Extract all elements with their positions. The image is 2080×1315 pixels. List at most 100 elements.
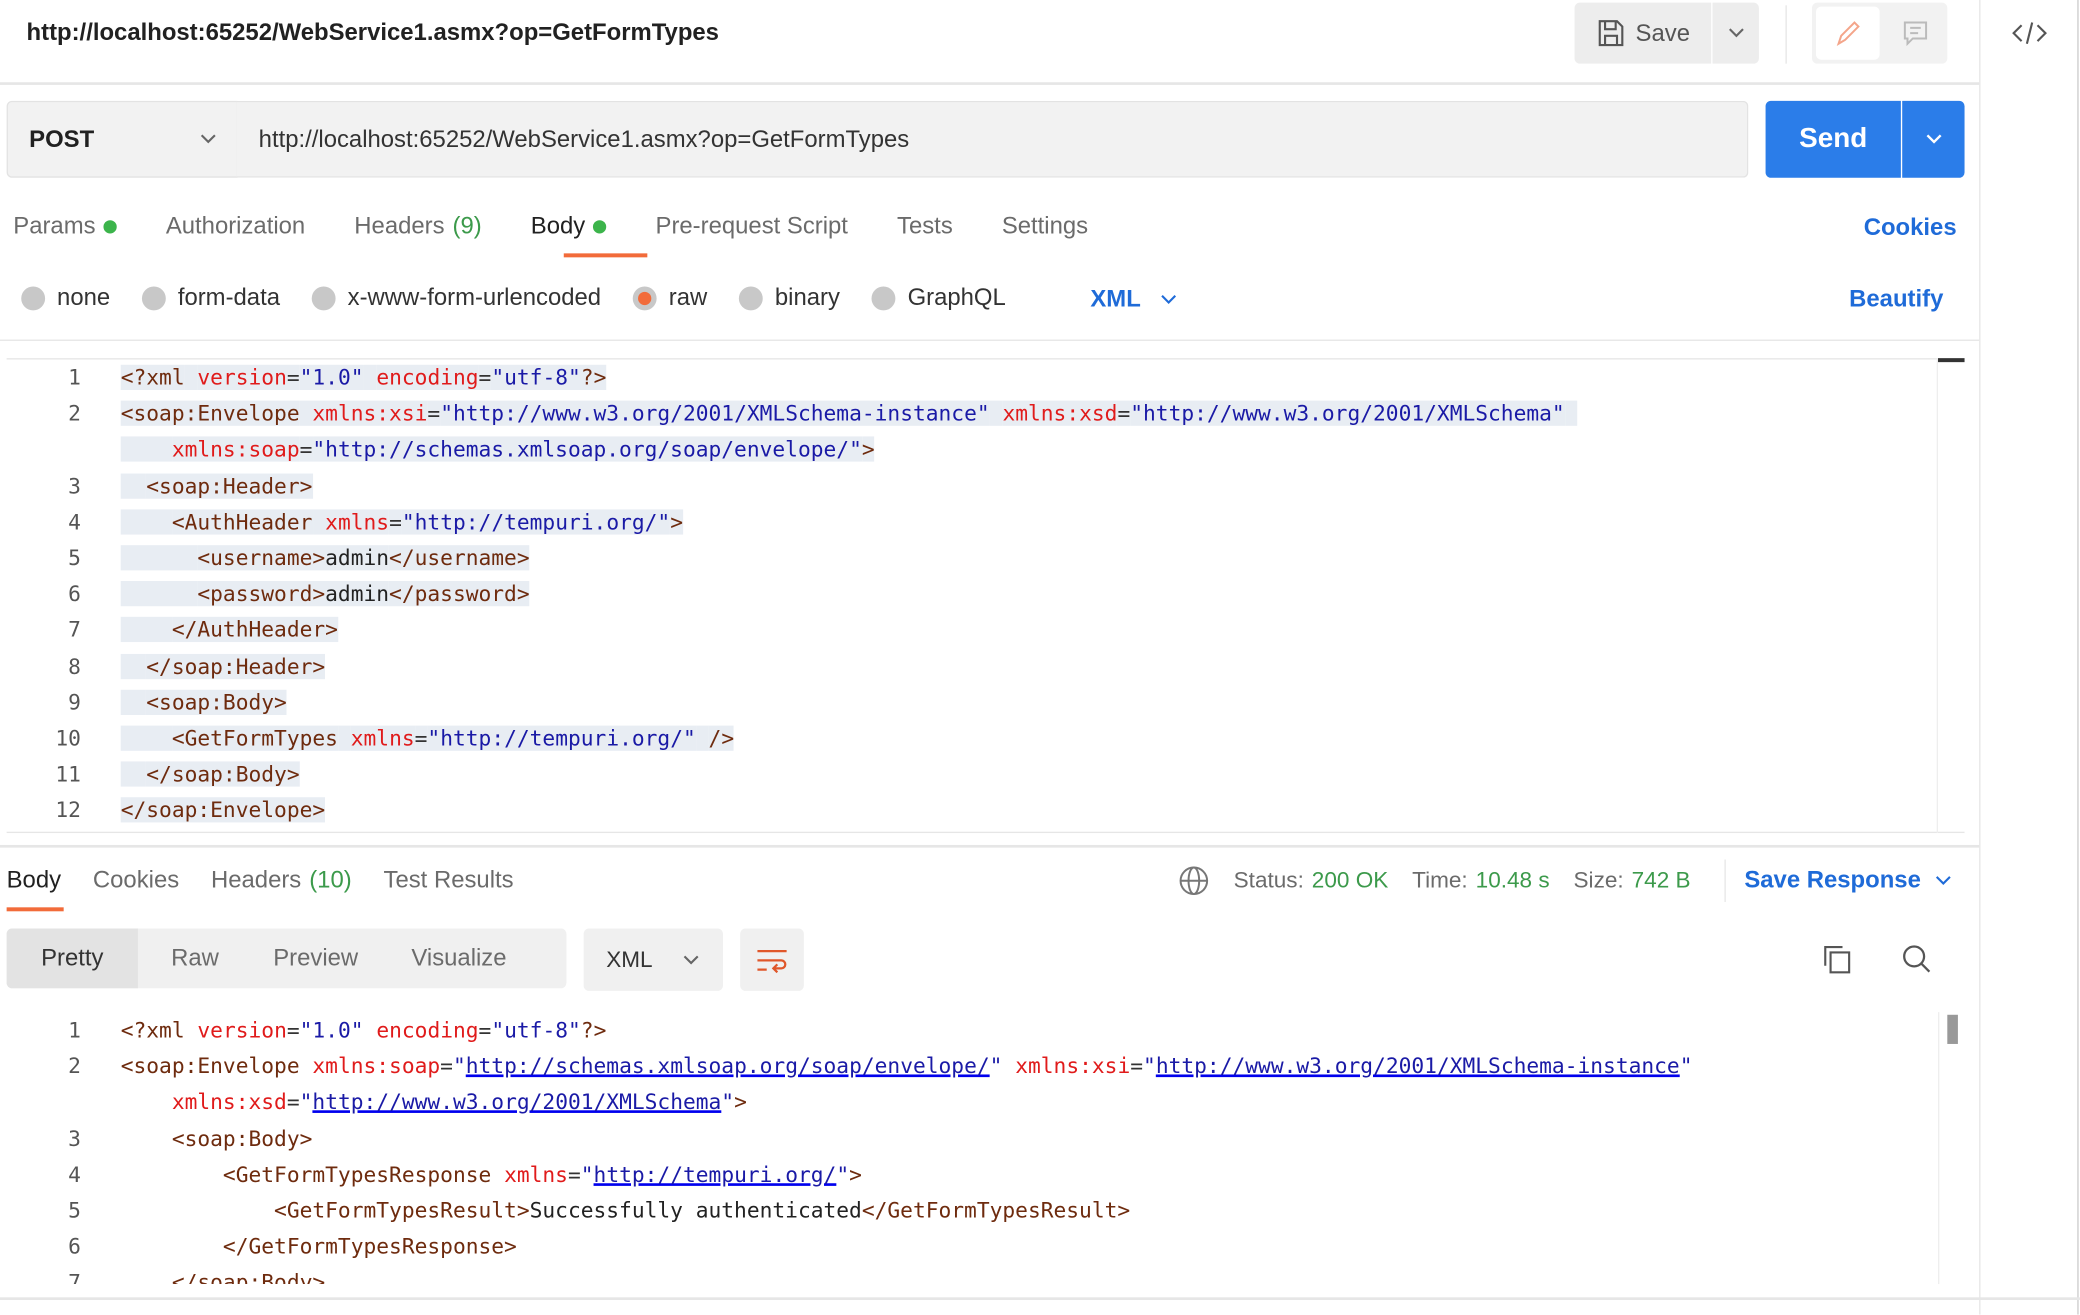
copy-button[interactable] — [1820, 942, 1854, 983]
line-content: </GetFormTypesResponse> — [121, 1229, 517, 1265]
code-token-link[interactable]: http://tempuri.org/ — [594, 1162, 837, 1187]
code-token-sp — [695, 725, 709, 751]
code-token-eq: = — [299, 436, 313, 463]
response-body-viewer[interactable]: 1 <?xml version="1.0" encoding="utf-8"?> 2… — [7, 1012, 1965, 1284]
radio-x-www-form-urlencoded[interactable]: x-www-form-urlencoded — [311, 283, 602, 312]
tab-body[interactable]: Body — [531, 212, 607, 240]
code-token-attr: xmlns:soap — [312, 1053, 441, 1079]
code-line: 1 <?xml version="1.0" encoding="utf-8"?> — [7, 359, 1965, 395]
code-line: 10 <GetFormTypes xmlns="http://tempuri.o… — [7, 720, 1965, 756]
tab-authorization[interactable]: Authorization — [166, 212, 305, 240]
body-format-select[interactable]: XML — [1090, 285, 1178, 313]
save-button[interactable]: Save — [1574, 2, 1712, 64]
code-token-val: "utf-8" — [491, 1017, 581, 1043]
radio-form-data[interactable]: form-data — [141, 284, 280, 312]
code-token-eq: = — [478, 1017, 492, 1043]
tab-params[interactable]: Params — [13, 212, 117, 240]
view-mode-visualize[interactable]: Visualize — [379, 929, 538, 989]
radio-binary[interactable]: binary — [739, 284, 840, 312]
tab-label: Body — [6, 866, 62, 893]
code-token-link[interactable]: http://www.w3.org/2001/XMLSchema — [312, 1090, 721, 1115]
response-tab-cookies[interactable]: Cookies — [93, 866, 179, 894]
view-mode-preview[interactable]: Preview — [252, 929, 379, 989]
time-label: Time: — [1412, 867, 1468, 893]
radio-raw[interactable]: raw — [632, 284, 707, 312]
line-content: <username>admin</username> — [120, 540, 530, 576]
tab-settings[interactable]: Settings — [1002, 212, 1088, 240]
response-tab-body[interactable]: Body — [7, 866, 61, 894]
code-token-tag: <?xml — [120, 1017, 185, 1043]
code-token-attr: xmlns:soap — [171, 436, 300, 463]
tab-label: Settings — [1001, 212, 1089, 239]
edit-button[interactable] — [1815, 6, 1880, 60]
code-token-attr: xmlns:xsi — [1015, 1053, 1131, 1079]
response-scrollbar[interactable] — [1938, 1012, 1965, 1285]
line-number — [7, 432, 81, 468]
radio-graphql[interactable]: GraphQL — [871, 284, 1006, 312]
response-format-select[interactable]: XML — [583, 928, 723, 991]
line-content: xmlns:xsd="http://www.w3.org/2001/XMLSch… — [121, 1084, 747, 1120]
code-token-attr: xmlns:xsd — [1002, 400, 1118, 427]
code-token-attr: xmlns — [325, 509, 390, 535]
tab-label: Tests — [897, 212, 953, 239]
code-line: xmlns:xsd="http://www.w3.org/2001/XMLSch… — [7, 1084, 1965, 1120]
code-token-sp — [121, 1234, 223, 1259]
code-token-sp — [120, 509, 172, 535]
code-token-tag: </password> — [389, 581, 530, 607]
tab-tests[interactable]: Tests — [897, 212, 953, 240]
method-select[interactable]: POST — [6, 100, 238, 178]
save-response-button[interactable]: Save Response — [1744, 866, 1952, 894]
line-number: 4 — [68, 1161, 81, 1187]
save-options-button[interactable] — [1712, 2, 1759, 64]
size-value: 742 B — [1631, 867, 1691, 893]
radio-label: x-www-form-urlencoded — [347, 283, 602, 311]
request-body-editor[interactable]: 1 <?xml version="1.0" encoding="utf-8"?> 2… — [6, 358, 1965, 834]
code-token-sp — [1002, 1053, 1015, 1078]
send-button[interactable]: Send — [1765, 100, 1901, 178]
tab-pre-request-script[interactable]: Pre-request Script — [656, 212, 848, 240]
code-token-eq: = — [1117, 400, 1131, 427]
code-token-tag: <GetFormTypes — [171, 725, 338, 751]
tab-count: (9) — [452, 212, 482, 239]
wrap-lines-button[interactable] — [740, 928, 804, 991]
tab-headers[interactable]: Headers (9) — [354, 212, 481, 240]
line-content: <soap:Body> — [120, 684, 287, 720]
line-content: <soap:Envelope xmlns:xsi="http://www.w3.… — [120, 396, 1578, 432]
code-token-eq: = — [286, 364, 300, 390]
code-token-sp — [121, 1198, 274, 1223]
code-token-tag: <GetFormTypesResult> — [274, 1197, 530, 1223]
code-token-tag: <GetFormTypesResponse — [222, 1161, 492, 1187]
response-status-bar: Status: 200 OK Time: 10.48 s Size: 742 B — [1178, 865, 1691, 897]
line-number: 5 — [68, 1197, 81, 1223]
cookies-link[interactable]: Cookies — [1864, 214, 1957, 242]
search-button[interactable] — [1900, 942, 1934, 983]
code-token-val: "http://www.w3.org/2001/XMLSchema-instan… — [440, 400, 990, 427]
code-token-eq: = — [567, 1161, 581, 1187]
tab-count: (10) — [309, 866, 352, 893]
editor-scrollbar[interactable] — [1936, 358, 1965, 834]
send-options-button[interactable] — [1902, 100, 1965, 178]
line-content: <soap:Header> — [120, 468, 312, 504]
beautify-button[interactable]: Beautify — [1849, 285, 1943, 313]
radio-none[interactable]: none — [21, 284, 110, 312]
response-tabs: Body Cookies Headers (10) Test Results — [7, 866, 546, 894]
view-mode-pretty[interactable]: Pretty — [6, 928, 138, 989]
code-token-sp — [120, 617, 172, 643]
code-token-sp — [363, 364, 377, 390]
response-tab-test-results[interactable]: Test Results — [384, 866, 514, 894]
status-bar-divider — [0, 1297, 2080, 1300]
response-tab-headers[interactable]: Headers (10) — [211, 866, 352, 894]
url-input[interactable]: http://localhost:65252/WebService1.asmx?… — [236, 100, 1749, 178]
comments-button[interactable] — [1884, 3, 1948, 64]
code-token-link[interactable]: http://schemas.xmlsoap.org/soap/envelope… — [466, 1053, 990, 1078]
line-content: <AuthHeader xmlns="http://tempuri.org/"> — [120, 504, 684, 540]
code-token-tag: </soap:Body> — [171, 1269, 326, 1285]
code-snippet-button[interactable] — [2011, 16, 2048, 57]
code-token-link[interactable]: http://www.w3.org/2001/XMLSchema-instanc… — [1156, 1053, 1680, 1078]
code-token-text: admin — [325, 545, 390, 571]
radio-circle — [141, 285, 166, 310]
view-mode-raw[interactable]: Raw — [138, 929, 252, 989]
line-number: 2 — [68, 1053, 81, 1079]
line-number: 1 — [68, 364, 81, 390]
code-token-sp — [364, 1017, 377, 1042]
